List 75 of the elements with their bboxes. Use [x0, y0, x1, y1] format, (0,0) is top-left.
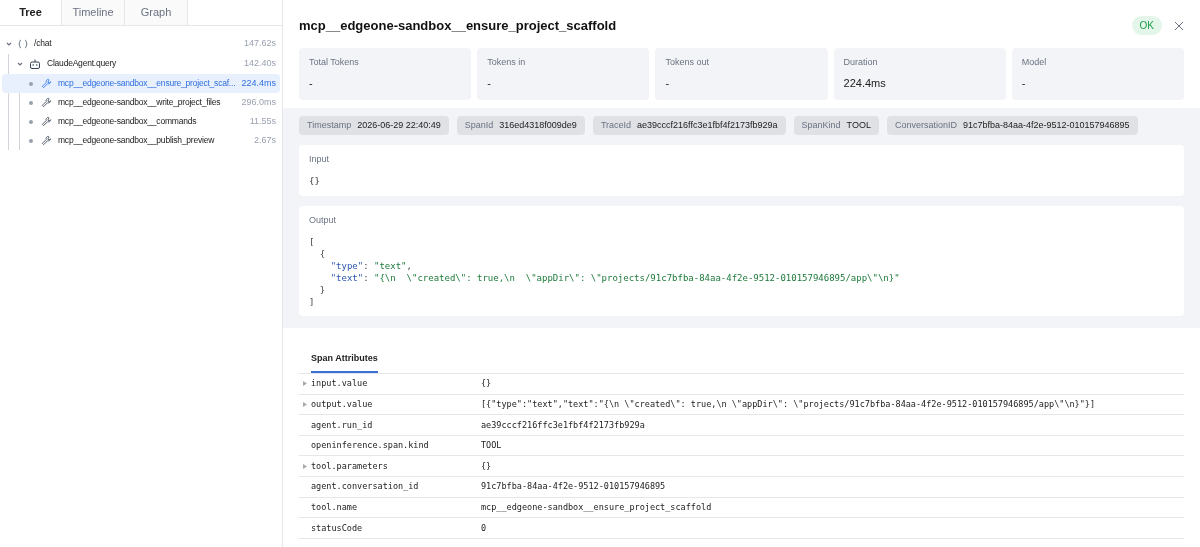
tag-label: SpanKind: [801, 118, 841, 132]
code-line: {: [318, 247, 326, 260]
span-duration: 147.62s: [242, 36, 277, 50]
tag-label: SpanId: [464, 118, 494, 132]
span-name: mcp__edgeone-sandbox__ensure_project_scaf...: [58, 77, 237, 90]
attribute-value: ae39cccf216ffc3e1fbf4f2173fb929a: [481, 418, 645, 432]
tree-row[interactable]: /chat 147.62s: [0, 34, 280, 53]
tree-row[interactable]: mcp__edgeone-sandbox__write_project_files 296.0ms: [2, 93, 280, 112]
stat-value: -: [309, 76, 314, 91]
span-name: /chat: [34, 37, 53, 50]
span-title: mcp__edgeone-sandbox__ensure_project_scaffold: [299, 17, 617, 35]
tag-value: 2026-06-29 22:40:49: [357, 118, 441, 132]
attribute-key: agent.conversation_id: [311, 480, 481, 494]
panel-label: Output: [309, 214, 338, 227]
stat-value: 224.4ms: [843, 76, 887, 91]
attribute-value: {}: [481, 377, 492, 391]
tab[interactable]: Graph: [125, 0, 188, 25]
tree-row[interactable]: ClaudeAgent.query 142.40s: [1, 54, 280, 73]
tag-value: TOOL: [846, 118, 871, 132]
stat-label: Tokens in: [487, 55, 527, 69]
span-duration: 11.55s: [248, 114, 277, 128]
tag-label: TraceId: [600, 118, 632, 132]
attribute-value: 0: [481, 521, 487, 535]
attribute-value: 91c7bfba-84aa-4f2e-9512-010157946895: [481, 480, 666, 494]
span-name: mcp__edgeone-sandbox__publish_preview: [58, 134, 216, 147]
attribute-key: openinference.span.kind: [311, 439, 481, 452]
attribute-key: statusCode: [311, 521, 481, 535]
tag-value: ae39cccf216ffc3e1fbf4f2173fb929a: [637, 118, 778, 132]
wrench-icon: [41, 135, 52, 146]
tab[interactable]: Span Attributes: [311, 351, 378, 373]
tag-label: Timestamp: [307, 118, 352, 132]
attribute-key: agent.run_id: [311, 418, 481, 432]
span-duration: 142.40s: [242, 56, 277, 70]
span-duration: 224.4ms: [240, 76, 277, 90]
span-name: mcp__edgeone-sandbox__write_project_files: [58, 96, 222, 109]
status-badge: OK: [1131, 16, 1162, 36]
stat-value: -: [1021, 76, 1027, 91]
attribute-value: mcp__edgeone-sandbox__ensure_project_scaffold: [481, 501, 712, 514]
braces-icon: [18, 38, 28, 49]
tree-row[interactable]: mcp__edgeone-sandbox__ensure_project_scaf... 224.4ms: [2, 74, 280, 93]
stat-value: -: [487, 76, 492, 91]
close-icon[interactable]: [1174, 20, 1184, 31]
tag-label: ConversationID: [894, 118, 957, 132]
span-duration: 2.67s: [252, 133, 277, 147]
stat-label: Tokens out: [665, 55, 710, 69]
stat-label: Duration: [843, 55, 879, 69]
attribute-key: tool.name: [311, 501, 481, 514]
tree-row[interactable]: mcp__edgeone-sandbox__publish_preview 2.67s: [2, 131, 280, 150]
code-line: "type": "text",: [329, 259, 412, 272]
code-line: }: [318, 283, 326, 296]
attribute-value: TOOL: [481, 439, 502, 452]
panel-label: Input: [309, 153, 331, 166]
tree-row[interactable]: mcp__edgeone-sandbox__commands 11.55s: [2, 112, 280, 131]
tag-value: 91c7bfba-84aa-4f2e-9512-010157946895: [962, 118, 1130, 132]
robot-icon: [29, 57, 41, 70]
attribute-key: tool.parameters: [311, 459, 481, 473]
tag-value: 316ed4318f009de9: [499, 118, 577, 132]
attribute-value: [{"type":"text","text":"{\n \"created\": true,\n \"appDir\": \"projects/91c7bfba-84aa-4f2e-9512-010157946895/app\"\n}"}]: [481, 398, 1096, 411]
attribute-value: {}: [481, 459, 492, 473]
tab[interactable]: Timeline: [62, 0, 125, 25]
input-value: {}: [309, 174, 321, 188]
attribute-key: output.value: [311, 398, 481, 411]
span-name: mcp__edgeone-sandbox__commands: [58, 115, 198, 128]
wrench-icon: [41, 116, 52, 127]
code-line: "text": "{\n \"created\": true,\n \"appDir\": \"projects/91c7bfba-84aa-4f2e-9512-010157946895/app\"\n}": [329, 271, 900, 284]
stat-value: -: [665, 76, 671, 91]
attribute-key: input.value: [311, 377, 481, 391]
wrench-icon: [41, 97, 52, 108]
stat-label: Model: [1021, 55, 1048, 69]
code-line: [: [309, 235, 315, 248]
span-name: ClaudeAgent.query: [47, 57, 118, 70]
stat-label: Total Tokens: [309, 55, 360, 69]
code-line: ]: [309, 295, 315, 308]
span-duration: 296.0ms: [240, 95, 277, 109]
wrench-icon: [41, 78, 52, 89]
